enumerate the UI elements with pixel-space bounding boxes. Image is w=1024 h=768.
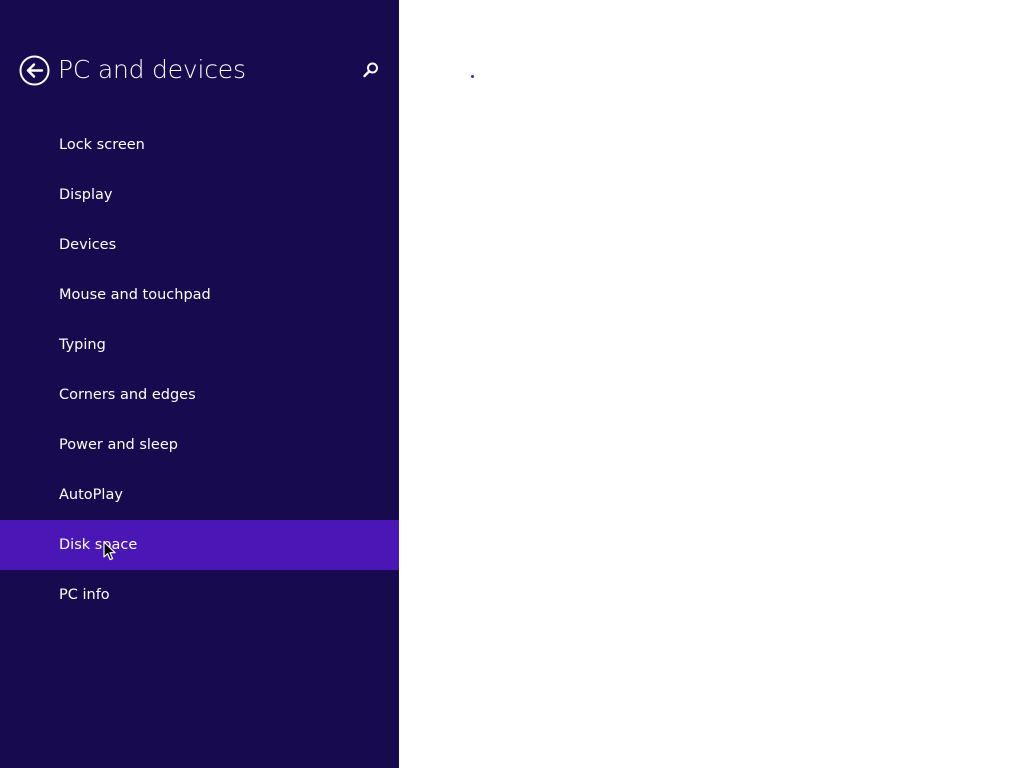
nav-item-label: Corners and edges (59, 387, 196, 403)
nav-item-label: Devices (59, 237, 117, 253)
nav-item-lock-screen[interactable]: Lock screen (0, 120, 399, 170)
search-icon (361, 60, 381, 80)
content-pane (399, 0, 1024, 768)
nav-item-label: Power and sleep (59, 437, 178, 453)
nav-item-label: PC info (59, 587, 110, 603)
nav-item-label: Mouse and touchpad (59, 287, 211, 303)
nav-item-power-and-sleep[interactable]: Power and sleep (0, 420, 399, 470)
nav-item-typing[interactable]: Typing (0, 320, 399, 370)
settings-window: PC and devices Lock screen Display Devic… (0, 0, 1024, 768)
nav-item-mouse-and-touchpad[interactable]: Mouse and touchpad (0, 270, 399, 320)
nav-item-corners-and-edges[interactable]: Corners and edges (0, 370, 399, 420)
sidebar-header: PC and devices (0, 52, 399, 88)
settings-nav-list: Lock screen Display Devices Mouse and to… (0, 120, 399, 620)
loading-progress-dot (471, 75, 474, 78)
nav-item-display[interactable]: Display (0, 170, 399, 220)
nav-item-disk-space[interactable]: Disk space (0, 520, 399, 570)
nav-item-label: Typing (59, 337, 106, 353)
back-button[interactable] (19, 55, 50, 86)
nav-item-label: Lock screen (59, 137, 145, 153)
nav-item-devices[interactable]: Devices (0, 220, 399, 270)
sidebar: PC and devices Lock screen Display Devic… (0, 0, 399, 768)
nav-item-pc-info[interactable]: PC info (0, 570, 399, 620)
nav-item-autoplay[interactable]: AutoPlay (0, 470, 399, 520)
page-title: PC and devices (58, 55, 246, 84)
nav-item-label: Display (59, 187, 113, 203)
back-arrow-circle-icon (19, 55, 50, 86)
nav-item-label: Disk space (59, 537, 138, 553)
nav-item-label: AutoPlay (59, 487, 123, 503)
search-button[interactable] (361, 60, 381, 80)
